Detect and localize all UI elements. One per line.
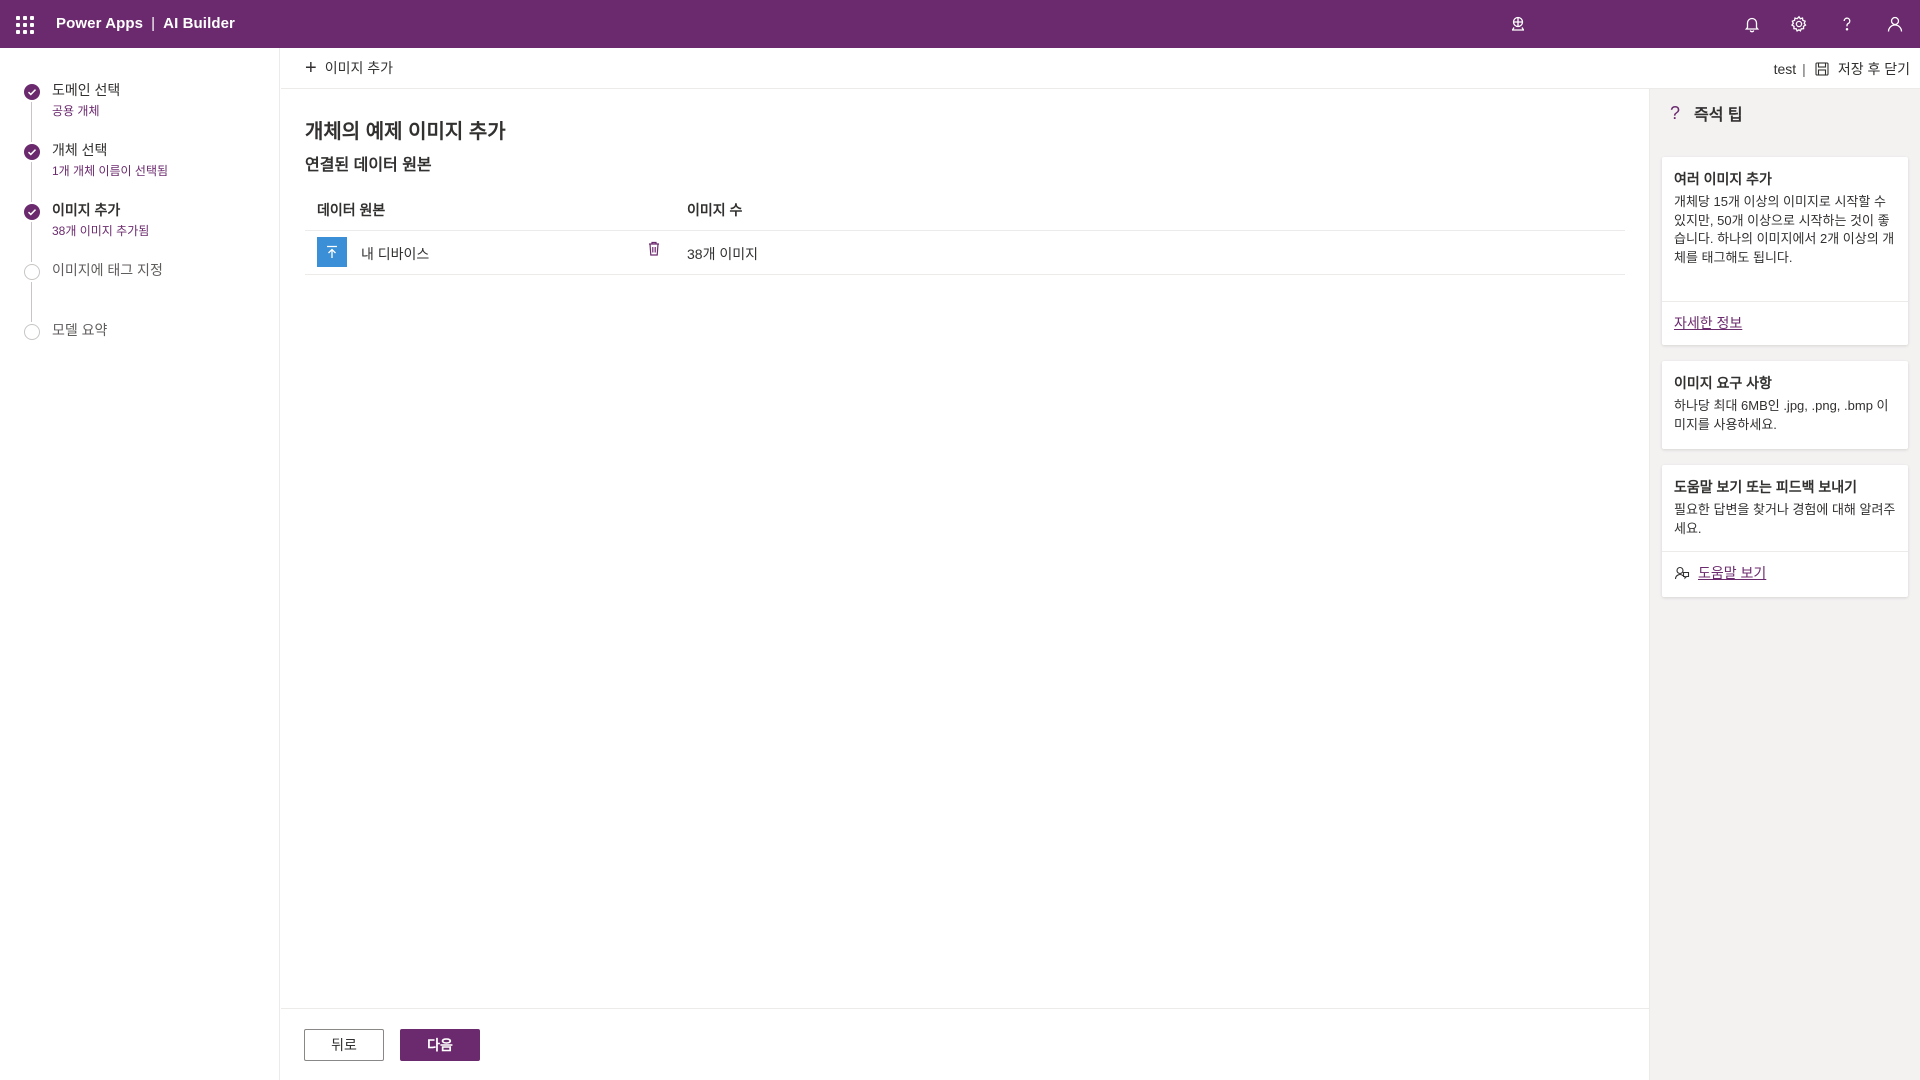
step-subtitle: 1개 개체 이름이 선택됨 <box>52 164 169 178</box>
footer-bar: 뒤로 다음 <box>281 1008 1649 1080</box>
step-connector <box>31 282 32 322</box>
step-pending-icon <box>24 324 40 340</box>
table-row[interactable]: 내 디바이스 38개 이미지 <box>305 231 1625 275</box>
step-subtitle: 38개 이미지 추가됨 <box>52 224 150 238</box>
tips-header: ? 즉석 팁 <box>1670 101 1743 125</box>
step-title: 모델 요약 <box>52 322 108 338</box>
next-button[interactable]: 다음 <box>400 1029 480 1061</box>
view-help-link[interactable]: 도움말 보기 <box>1674 563 1766 583</box>
waffle-icon[interactable] <box>14 14 34 34</box>
tips-title: 즉석 팁 <box>1694 107 1743 124</box>
step-connector <box>31 102 32 142</box>
step-title: 도메인 선택 <box>52 82 121 98</box>
brand-separator: | <box>151 15 156 32</box>
step-connector <box>31 162 32 202</box>
save-area: test | 저장 후 닫기 <box>1774 59 1910 79</box>
step-complete-icon <box>24 144 40 160</box>
upload-icon <box>317 237 347 267</box>
step-model-summary[interactable]: 모델 요약 <box>24 320 264 380</box>
section-name: AI Builder <box>163 15 235 32</box>
step-complete-icon <box>24 84 40 100</box>
step-connector <box>31 222 32 262</box>
question-icon: ? <box>1670 102 1681 123</box>
save-and-close-button[interactable]: 저장 후 닫기 <box>1814 59 1910 79</box>
step-tag-images[interactable]: 이미지에 태그 지정 <box>24 260 264 322</box>
tip-divider <box>1662 551 1908 552</box>
tip-card-image-requirements: 이미지 요구 사항 하나당 최대 6MB인 .jpg, .png, .bmp 이… <box>1662 361 1908 449</box>
step-choose-domain[interactable]: 도메인 선택 공용 개체 <box>24 80 264 142</box>
tip-divider <box>1662 301 1908 302</box>
learn-more-link[interactable]: 자세한 정보 <box>1674 313 1742 333</box>
environment-icon[interactable] <box>1506 12 1530 36</box>
add-images-button[interactable]: + 이미지 추가 <box>305 57 393 79</box>
account-person-icon[interactable] <box>1883 12 1907 36</box>
tip-body: 개체당 15개 이상의 이미지로 시작할 수 있지만, 50개 이상으로 시작하… <box>1674 194 1895 265</box>
data-source-name: 내 디바이스 <box>361 246 430 262</box>
model-name: test <box>1773 61 1797 77</box>
tip-title: 여러 이미지 추가 <box>1674 171 1772 187</box>
main-content: 개체의 예제 이미지 추가 연결된 데이터 원본 데이터 원본 이미지 수 내 … <box>281 89 1649 1009</box>
notification-bell-icon[interactable] <box>1740 12 1764 36</box>
page-title: 개체의 예제 이미지 추가 <box>305 121 506 143</box>
tip-body: 필요한 답변을 찾거나 경험에 대해 알려주세요. <box>1674 502 1896 536</box>
tip-card-help-feedback: 도움말 보기 또는 피드백 보내기 필요한 답변을 찾거나 경험에 대해 알려주… <box>1662 465 1908 597</box>
tip-title: 이미지 요구 사항 <box>1674 375 1772 391</box>
save-icon <box>1815 62 1829 76</box>
chat-help-icon <box>1674 566 1690 580</box>
section-title: 연결된 데이터 원본 <box>305 157 432 174</box>
tip-title: 도움말 보기 또는 피드백 보내기 <box>1674 479 1857 495</box>
plus-icon: + <box>305 57 317 79</box>
app-title: Power Apps | AI Builder <box>56 15 235 32</box>
step-pending-icon <box>24 264 40 280</box>
table-header: 데이터 원본 이미지 수 <box>305 189 1625 231</box>
command-separator: | <box>1802 61 1806 77</box>
product-name: Power Apps <box>56 15 144 32</box>
step-subtitle: 공용 개체 <box>52 104 100 118</box>
add-images-label: 이미지 추가 <box>324 60 393 76</box>
save-and-close-label: 저장 후 닫기 <box>1837 61 1910 77</box>
back-button[interactable]: 뒤로 <box>304 1029 384 1061</box>
settings-gear-icon[interactable] <box>1787 12 1811 36</box>
help-question-icon[interactable] <box>1835 12 1859 36</box>
data-source-table: 데이터 원본 이미지 수 내 디바이스 38개 이미지 <box>305 189 1625 275</box>
command-bar: + 이미지 추가 test | 저장 후 닫기 <box>281 48 1920 89</box>
tip-card-multiple-images: 여러 이미지 추가 개체당 15개 이상의 이미지로 시작할 수 있지만, 50… <box>1662 157 1908 345</box>
quick-tips-panel: ? 즉석 팁 여러 이미지 추가 개체당 15개 이상의 이미지로 시작할 수 … <box>1649 89 1920 1080</box>
view-help-label: 도움말 보기 <box>1698 565 1767 581</box>
delete-icon[interactable] <box>645 239 663 259</box>
column-header-count: 이미지 수 <box>687 202 743 218</box>
step-title: 개체 선택 <box>52 142 108 158</box>
column-header-source: 데이터 원본 <box>317 202 386 218</box>
top-bar: Power Apps | AI Builder <box>0 0 1920 48</box>
step-add-images[interactable]: 이미지 추가 38개 이미지 추가됨 <box>24 200 264 262</box>
step-title: 이미지에 태그 지정 <box>52 262 163 278</box>
step-choose-objects[interactable]: 개체 선택 1개 개체 이름이 선택됨 <box>24 140 264 202</box>
image-count: 38개 이미지 <box>687 246 758 262</box>
step-complete-icon <box>24 204 40 220</box>
step-navigation: 도메인 선택 공용 개체 개체 선택 1개 개체 이름이 선택됨 이미지 추가 … <box>0 48 280 1080</box>
step-title: 이미지 추가 <box>52 202 121 218</box>
tip-body: 하나당 최대 6MB인 .jpg, .png, .bmp 이미지를 사용하세요. <box>1674 398 1889 432</box>
